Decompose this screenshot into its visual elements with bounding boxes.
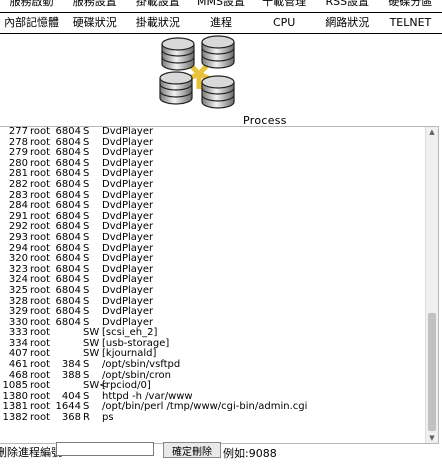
nav-main-link-2[interactable]: 掛載狀況 [126, 13, 189, 33]
process-vsz: 388 [61, 369, 81, 381]
process-pid: 277 [8, 126, 28, 137]
process-row: 468 root 388 S/opt/sbin/cron [0, 369, 424, 382]
vertical-scrollbar[interactable]: ▲ ▼ [425, 127, 438, 443]
process-cmd: DvdPlayer [102, 231, 154, 243]
nav-main-link-3[interactable]: 進程 [189, 13, 252, 33]
process-vsz: 6804 [55, 284, 81, 296]
scrollbar-thumb[interactable] [428, 313, 436, 431]
nav-main-link-6[interactable]: TELNET [379, 13, 442, 33]
scroll-up-arrow-icon[interactable]: ▲ [426, 127, 438, 137]
process-list: 277 root 6804 S DvdPlayer 278 root 6804 S DvdPlay… [0, 127, 424, 424]
process-user: root [30, 231, 51, 243]
process-pid: 282 [8, 178, 28, 190]
nav-top-link-5[interactable]: RSS設置 [316, 0, 379, 8]
nav-main-link-5[interactable]: 網路狀況 [316, 13, 379, 33]
nav-top-link-0[interactable]: 服務啟動 [0, 0, 63, 8]
process-cmd: DvdPlayer [102, 178, 154, 190]
process-stat: R [83, 412, 90, 424]
process-cmd: ps [102, 412, 114, 424]
nav-main-link-1[interactable]: 硬碟狀況 [63, 13, 126, 33]
process-user: root [30, 126, 51, 137]
process-vsz: 6804 [55, 231, 81, 243]
example-hint: 例如:9088 [223, 447, 277, 460]
process-row: 325 root 6804 S DvdPlayer [0, 284, 424, 297]
process-pid: 325 [8, 284, 28, 296]
nav-top-link-4[interactable]: 十載管理 [253, 0, 316, 8]
database-cluster-icon [158, 34, 240, 114]
nav-top-link-3[interactable]: MMS設置 [189, 0, 252, 8]
process-cmd: /opt/bin/perl /tmp/www/cgi-bin/admin.cgi [102, 401, 308, 413]
process-row: 333 root SW [scsi_eh_2] [0, 328, 424, 339]
nav-top-link-2[interactable]: 掛載設置 [126, 0, 189, 8]
process-stat: S [83, 126, 90, 137]
process-vsz: 368 [61, 412, 81, 424]
nav-main-link-0[interactable]: 內部記憶體 [0, 13, 63, 33]
kill-process-form: 刪除進程編號: 確定刪除 例如:9088 [0, 442, 442, 460]
pid-input[interactable] [56, 442, 154, 456]
nav-main-link-4[interactable]: CPU [253, 13, 316, 33]
process-row: 277 root 6804 S DvdPlayer [0, 127, 424, 138]
process-user: root [30, 284, 51, 296]
confirm-delete-button[interactable]: 確定刪除 [163, 442, 221, 458]
process-vsz: 6804 [55, 178, 81, 190]
process-vsz: 6804 [55, 126, 81, 137]
top-nav-main: 內部記憶體 硬碟狀況 掛載狀況 進程 CPU 網路狀況 TELNET [0, 12, 442, 34]
process-pid: 1382 [2, 412, 28, 424]
process-stat: S [83, 284, 90, 296]
process-cmd: DvdPlayer [102, 284, 154, 296]
process-row: 1382 root 368 Rps [0, 412, 424, 424]
process-row: 282 root 6804 S DvdPlayer [0, 178, 424, 191]
process-row: 334 root SW [usb-storage] [0, 338, 424, 350]
process-user: root [30, 178, 51, 190]
process-stat: S [83, 231, 90, 243]
nav-top-link-6[interactable]: 硬碟分區 [379, 0, 442, 8]
process-list-frame[interactable]: 277 root 6804 S DvdPlayer 278 root 6804 S DvdPlay… [0, 126, 439, 444]
process-user: root [30, 412, 51, 424]
top-nav-secondary: 服務啟動 服務設置 掛載設置 MMS設置 十載管理 RSS設置 硬碟分區 [0, 0, 442, 8]
process-row: 330 root 6804 S DvdPlayer [0, 316, 424, 329]
process-pid: 293 [8, 231, 28, 243]
process-stat: S [83, 178, 90, 190]
process-cmd: DvdPlayer [102, 126, 154, 137]
process-vsz: 6804 [55, 316, 81, 328]
nav-top-link-1[interactable]: 服務設置 [63, 0, 126, 8]
process-row: 293 root 6804 S DvdPlayer [0, 231, 424, 244]
